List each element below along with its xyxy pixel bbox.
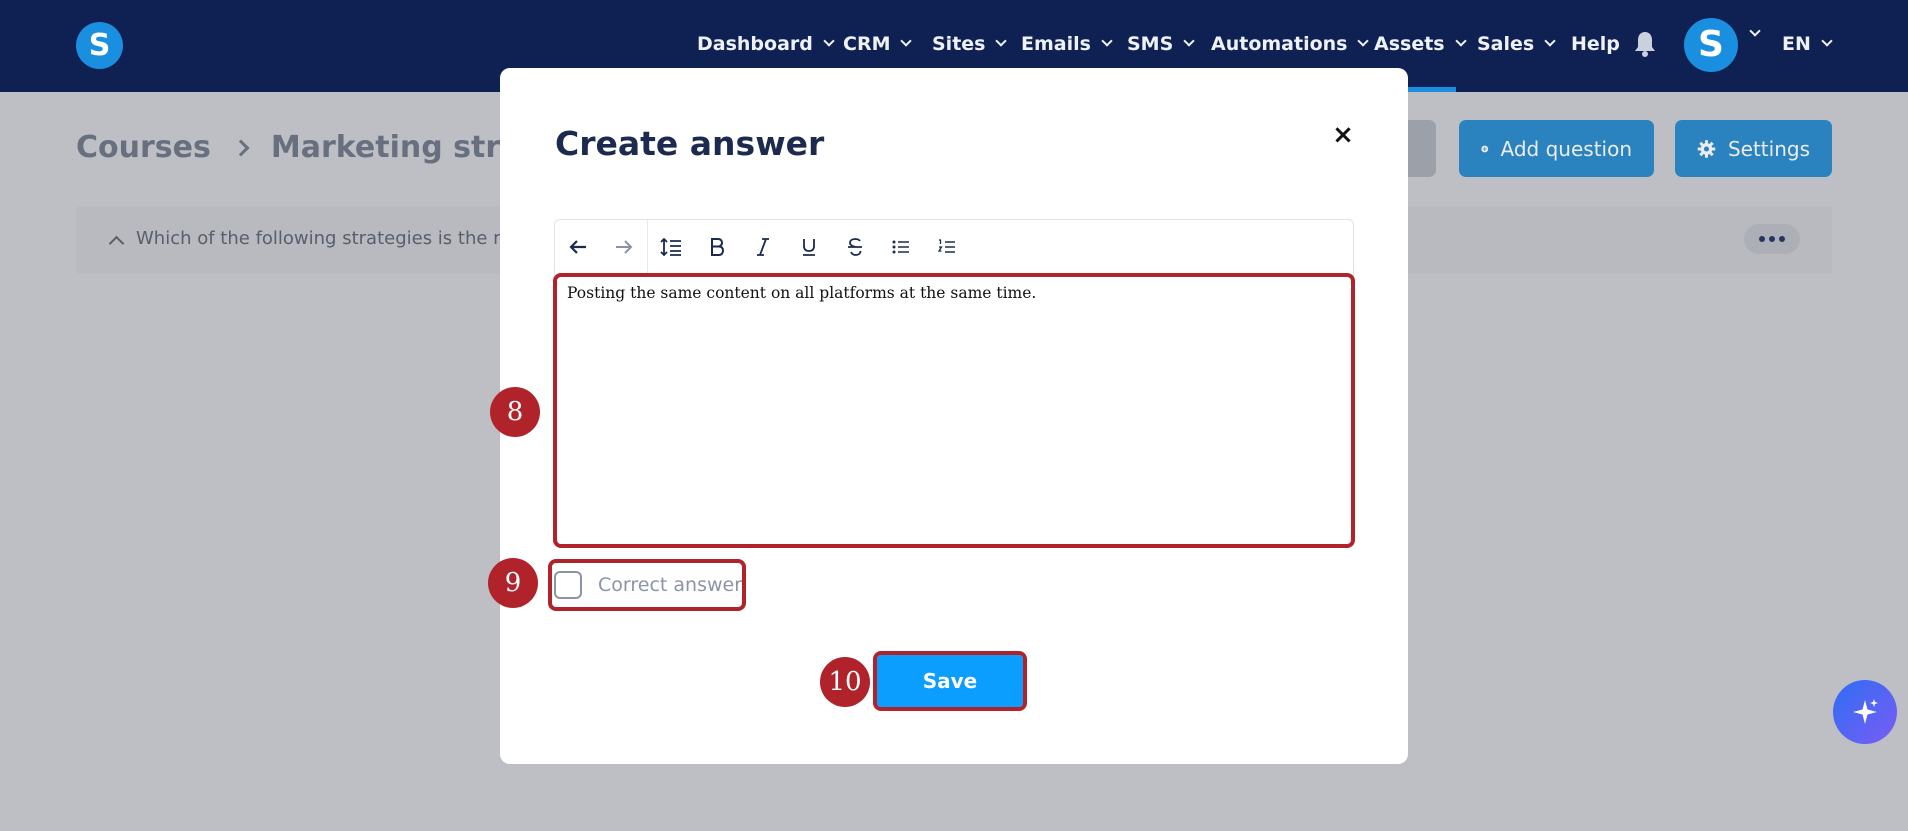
- step-marker-10: 10: [820, 657, 870, 707]
- nav-item-emails[interactable]: Emails: [1021, 33, 1113, 55]
- chevron-down-icon: [1821, 35, 1833, 47]
- nav-item-label: Automations: [1211, 33, 1348, 55]
- redo-icon[interactable]: [601, 227, 647, 267]
- close-icon[interactable]: ×: [1328, 120, 1358, 150]
- step-marker-9: 9: [488, 558, 538, 608]
- nav-item-help[interactable]: Help: [1571, 33, 1620, 55]
- chevron-down-icon: [1101, 35, 1113, 47]
- modal-title: Create answer: [555, 124, 825, 163]
- nav-item-label: Assets: [1374, 33, 1445, 55]
- nav-item-automations[interactable]: Automations: [1211, 33, 1370, 55]
- nav-item-label: CRM: [843, 33, 891, 55]
- highlight-editor: [553, 273, 1355, 548]
- bullet-list-icon[interactable]: [878, 227, 924, 267]
- line-height-icon[interactable]: [648, 227, 694, 267]
- nav-item-sites[interactable]: Sites: [932, 33, 1008, 55]
- chevron-down-icon: [995, 35, 1008, 47]
- avatar-menu-toggle[interactable]: [1747, 25, 1761, 37]
- app-logo[interactable]: S: [76, 22, 123, 69]
- format-group: [648, 220, 970, 275]
- nav-item-crm[interactable]: CRM: [843, 33, 913, 55]
- chevron-down-icon: [1544, 35, 1556, 47]
- strikethrough-icon[interactable]: [832, 227, 878, 267]
- nav-item-label: SMS: [1127, 33, 1174, 55]
- chevron-down-icon: [900, 35, 913, 47]
- nav-item-label: Dashboard: [697, 33, 813, 55]
- bell-icon[interactable]: [1633, 30, 1657, 58]
- highlight-save: [873, 651, 1027, 711]
- history-group: [555, 219, 648, 275]
- italic-icon[interactable]: [740, 227, 786, 267]
- nav-item-label: Help: [1571, 33, 1620, 55]
- chevron-down-icon: [1749, 25, 1761, 37]
- chevron-down-icon: [1454, 35, 1467, 47]
- numbered-list-icon[interactable]: [924, 227, 970, 267]
- nav-item-label: Sales: [1477, 33, 1535, 55]
- sparkle-icon: [1853, 699, 1878, 724]
- create-answer-modal: Create answer × Posting the same content…: [500, 68, 1408, 764]
- nav-item-assets[interactable]: Assets: [1374, 33, 1467, 55]
- underline-icon[interactable]: [786, 227, 832, 267]
- step-marker-8: 8: [490, 387, 540, 437]
- nav-item-label: Sites: [932, 33, 986, 55]
- highlight-checkbox: [548, 559, 746, 611]
- language-selector[interactable]: EN: [1782, 33, 1833, 55]
- language-label: EN: [1782, 33, 1811, 55]
- chevron-down-icon: [823, 35, 835, 47]
- nav-item-sms[interactable]: SMS: [1127, 33, 1195, 55]
- nav-item-dashboard[interactable]: Dashboard: [697, 33, 835, 55]
- nav-item-label: Emails: [1021, 33, 1091, 55]
- bold-icon[interactable]: [694, 227, 740, 267]
- nav-item-sales[interactable]: Sales: [1477, 33, 1556, 55]
- ai-assistant-button[interactable]: [1833, 680, 1897, 744]
- undo-icon[interactable]: [555, 227, 601, 267]
- editor-toolbar: [555, 219, 1353, 275]
- avatar[interactable]: S: [1684, 18, 1738, 72]
- chevron-down-icon: [1183, 35, 1195, 47]
- chevron-down-icon: [1357, 35, 1370, 47]
